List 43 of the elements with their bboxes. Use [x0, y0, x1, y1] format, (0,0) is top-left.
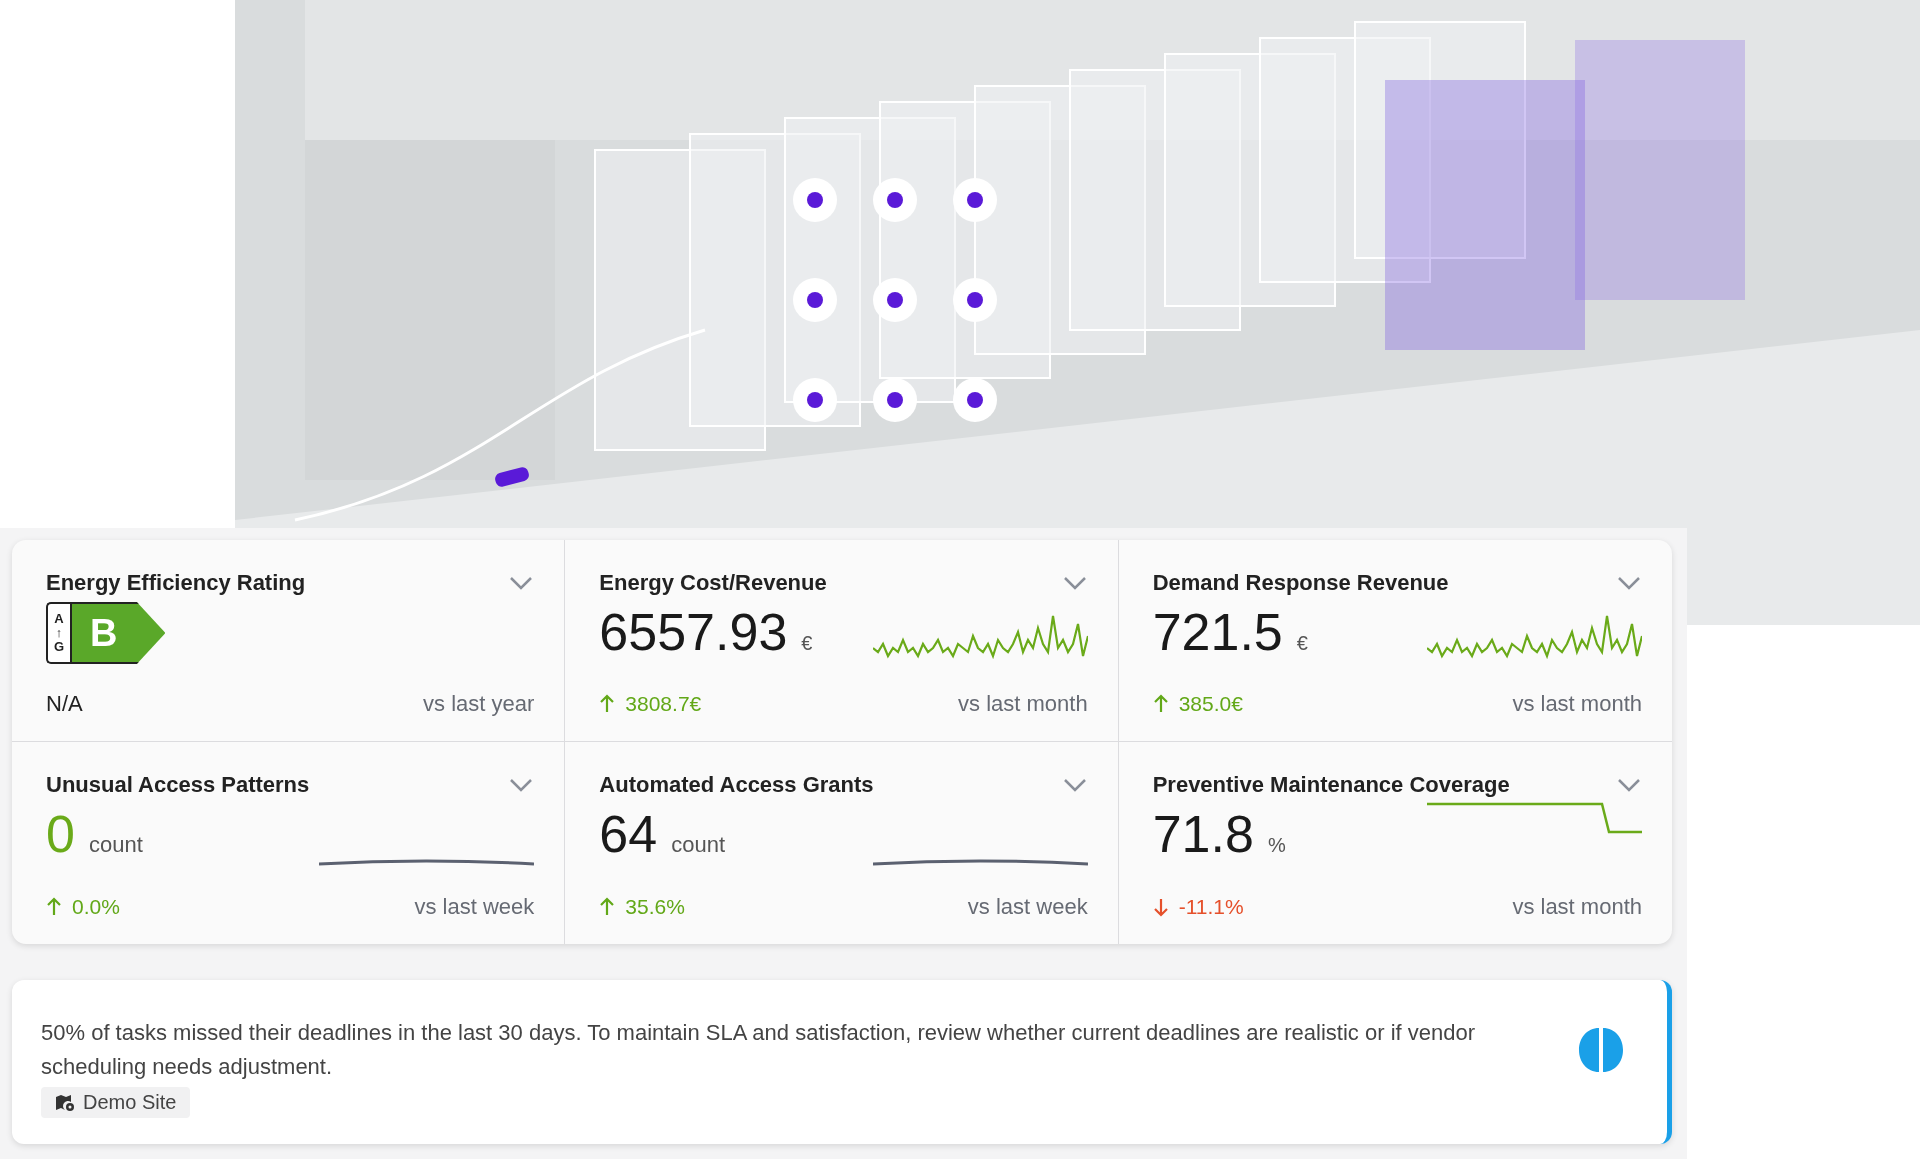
- change-value: 3808.7€: [625, 692, 702, 716]
- energy-rating-badge: A ↑ G B: [46, 602, 535, 664]
- chevron-down-icon[interactable]: [508, 777, 535, 793]
- kpi-title: Energy Cost/Revenue: [599, 570, 827, 596]
- map-pin-icon: [55, 1092, 75, 1113]
- comparison-label: vs last month: [1512, 894, 1642, 920]
- change-value: 35.6%: [625, 895, 685, 919]
- arrow-down-icon: [1152, 897, 1169, 917]
- kpi-unit: €: [801, 632, 813, 655]
- arrow-up-icon: [46, 897, 62, 917]
- change-value: 385.0€: [1178, 692, 1243, 716]
- change-value: -11.1%: [1178, 895, 1244, 919]
- chevron-down-icon[interactable]: [508, 575, 535, 591]
- chevron-down-icon[interactable]: [1061, 777, 1088, 793]
- kpi-unit: %: [1267, 834, 1286, 857]
- comparison-label: vs last month: [1512, 691, 1642, 717]
- kpi-unit: count: [88, 832, 143, 858]
- comparison-label: vs last week: [414, 894, 535, 920]
- kpi-unit: count: [671, 832, 725, 858]
- arrow-up-icon: [599, 694, 616, 714]
- site-label: Demo Site: [83, 1091, 177, 1114]
- kpi-title: Preventive Maintenance Coverage: [1152, 772, 1510, 798]
- chevron-down-icon[interactable]: [1616, 575, 1642, 591]
- kpi-value: 71.8: [1152, 804, 1254, 864]
- arrow-up-icon: [1152, 694, 1169, 714]
- change-value: 0.0%: [72, 895, 120, 919]
- insight-text: 50% of tasks missed their deadlines in the last 30 days. To maintain SLA and satisfaction, review whether current deadlines are realistic or if vendor scheduling needs adjustment.: [41, 1019, 1477, 1081]
- comparison-label: vs last week: [967, 894, 1088, 920]
- chevron-down-icon[interactable]: [1061, 575, 1088, 591]
- kpi-title: Energy Efficiency Rating: [46, 570, 306, 596]
- kpi-value: 64: [599, 804, 658, 864]
- comparison-label: vs last month: [958, 691, 1088, 717]
- kpi-value: N/A: [46, 691, 83, 717]
- kpi-value: 0: [46, 804, 75, 864]
- kpi-title: Demand Response Revenue: [1152, 570, 1449, 596]
- kpi-title: Automated Access Grants: [599, 772, 874, 798]
- arrow-up-icon: [599, 897, 616, 917]
- comparison-label: vs last year: [423, 691, 535, 717]
- kpi-title: Unusual Access Patterns: [46, 772, 310, 798]
- kpi-unit: €: [1296, 632, 1308, 655]
- kpi-value: 6557.93: [599, 602, 788, 662]
- chevron-down-icon[interactable]: [1616, 777, 1642, 793]
- kpi-value: 721.5: [1152, 602, 1283, 662]
